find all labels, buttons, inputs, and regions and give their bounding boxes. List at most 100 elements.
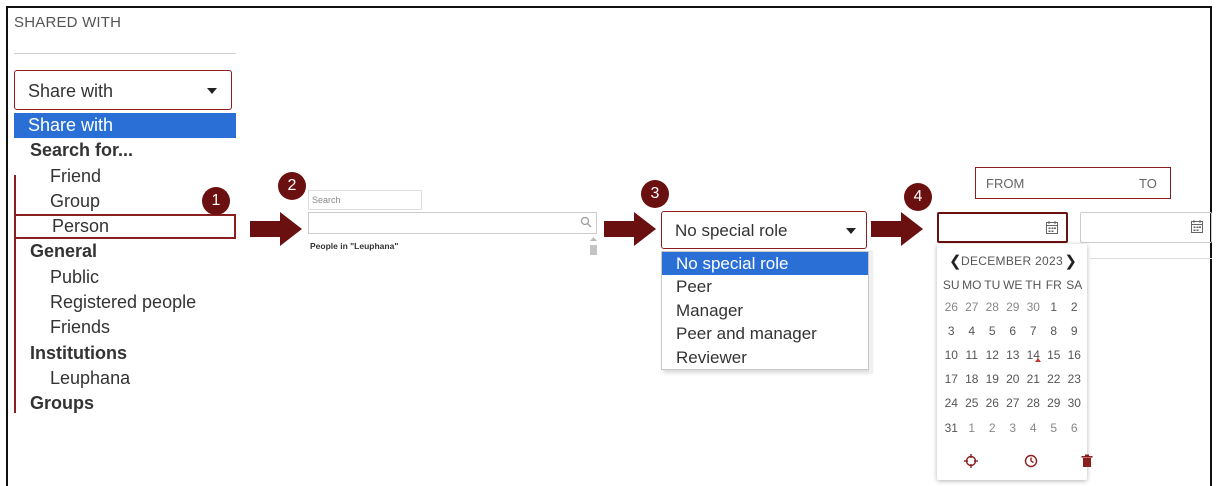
share-with-select-value: Share with: [28, 81, 114, 101]
calendar-day[interactable]: 20: [1003, 367, 1024, 391]
calendar-day[interactable]: 26: [941, 295, 962, 319]
calendar-day[interactable]: 3: [941, 319, 962, 343]
calendar-day[interactable]: 9: [1064, 319, 1085, 343]
calendar-day[interactable]: 7: [1023, 319, 1044, 343]
share-with-option[interactable]: Person: [14, 214, 236, 240]
calendar-day[interactable]: 23: [1064, 367, 1085, 391]
calendar-day[interactable]: 27: [1003, 391, 1024, 415]
calendar-day[interactable]: 31: [941, 415, 962, 439]
shared-with-title: SHARED WITH: [14, 14, 122, 31]
from-date-input[interactable]: [937, 212, 1068, 243]
calendar-day[interactable]: 28: [982, 295, 1003, 319]
calendar-day[interactable]: 25: [962, 391, 983, 415]
calendar-day[interactable]: 24: [941, 391, 962, 415]
calendar-day[interactable]: 10: [941, 343, 962, 367]
chevron-right-icon[interactable]: ❯: [1064, 252, 1077, 270]
calendar-day[interactable]: 29: [1003, 295, 1024, 319]
role-options: No special role Peer Manager Peer and manag…: [661, 251, 869, 370]
calendar-icon[interactable]: [1046, 221, 1058, 234]
role-option[interactable]: Manager: [662, 299, 868, 322]
weekday-label: TU: [984, 278, 1001, 292]
from-label: FROM: [986, 176, 1025, 191]
role-option[interactable]: Reviewer: [662, 346, 868, 369]
option-group-label: General: [30, 241, 98, 262]
calendar-day[interactable]: 19: [982, 367, 1003, 391]
calendar-day[interactable]: 22: [1044, 367, 1065, 391]
share-with-options: Share with Search for... Friend Group Person…: [14, 113, 236, 417]
role-option[interactable]: Peer and manager: [662, 322, 868, 345]
weekday-label: WE: [1003, 278, 1023, 292]
calendar-day[interactable]: 30: [1064, 391, 1085, 415]
calendar-day[interactable]: 4: [962, 319, 983, 343]
to-label: TO: [1139, 176, 1157, 191]
people-in-institution-label: People in "Leuphana": [310, 241, 399, 251]
clock-icon[interactable]: [1024, 454, 1038, 468]
calendar-day[interactable]: 26: [982, 391, 1003, 415]
divider: [1090, 258, 1212, 259]
caret-down-icon: [846, 228, 856, 234]
calendar-day[interactable]: 30: [1023, 295, 1044, 319]
step-badge-4: 4: [904, 183, 932, 211]
search-icon[interactable]: [580, 216, 592, 228]
calendar-day[interactable]: 13: [1003, 343, 1024, 367]
person-search-input[interactable]: [308, 212, 597, 234]
calendar-day[interactable]: 15: [1044, 343, 1065, 367]
calendar-day[interactable]: 29: [1044, 391, 1065, 415]
share-with-option[interactable]: Friend: [14, 164, 236, 189]
share-with-option[interactable]: Registered people: [14, 290, 236, 315]
calendar-day[interactable]: 27: [962, 295, 983, 319]
date-picker: ❮ DECEMBER 2023 ❯ SU MO TU WE TH FR SA 26 27 28 2…: [937, 244, 1093, 480]
weekday-label: MO: [962, 278, 982, 292]
calendar-day[interactable]: 8: [1044, 319, 1065, 343]
option-group-label: Institutions: [30, 342, 127, 363]
to-date-input[interactable]: [1080, 212, 1212, 243]
step-badge-2: 2: [278, 172, 306, 200]
role-option[interactable]: Peer: [662, 275, 868, 298]
share-with-select[interactable]: Share with: [14, 70, 232, 110]
caret-down-icon: [207, 88, 217, 94]
calendar-day[interactable]: 4: [1023, 415, 1044, 439]
calendar-day[interactable]: 18: [962, 367, 983, 391]
calendar-day[interactable]: 5: [1044, 415, 1065, 439]
dropdown-shadow: [869, 250, 873, 374]
share-with-option[interactable]: Share with: [14, 113, 236, 139]
calendar-day[interactable]: 17: [941, 367, 962, 391]
calendar-day[interactable]: 14: [1023, 343, 1044, 367]
weekday-label: TH: [1025, 278, 1042, 292]
crosshair-icon[interactable]: [964, 454, 978, 468]
calendar-day[interactable]: 21: [1023, 367, 1044, 391]
trash-icon[interactable]: [1080, 454, 1094, 468]
calendar-day[interactable]: 28: [1023, 391, 1044, 415]
calendar-day[interactable]: 11: [962, 343, 983, 367]
calendar-grid: SU MO TU WE TH FR SA 26 27 28 29 30 1 2 3 4 5 6 7 8 9 10 11 12…: [941, 275, 1085, 440]
role-select[interactable]: No special role: [661, 211, 867, 249]
calendar-day[interactable]: 2: [1064, 295, 1085, 319]
calendar-day[interactable]: 5: [982, 319, 1003, 343]
step-badge-1: 1: [202, 187, 230, 215]
calendar-day[interactable]: 1: [962, 415, 983, 439]
arrow-right-icon: [871, 212, 923, 246]
calendar-day[interactable]: 16: [1064, 343, 1085, 367]
weekday-label: SA: [1066, 278, 1083, 292]
role-option[interactable]: No special role: [662, 252, 868, 276]
step-badge-3: 3: [641, 180, 669, 208]
calendar-day[interactable]: 2: [982, 415, 1003, 439]
role-select-value: No special role: [675, 221, 788, 240]
arrow-right-icon: [250, 212, 302, 246]
share-with-option[interactable]: Public: [14, 265, 236, 290]
calendar-day[interactable]: 3: [1003, 415, 1024, 439]
option-group-label: Search for...: [30, 140, 134, 161]
option-group-label: Groups: [30, 393, 95, 414]
arrow-right-icon: [604, 212, 656, 246]
calendar-icon[interactable]: [1191, 220, 1203, 233]
calendar-day[interactable]: 12: [982, 343, 1003, 367]
share-with-option[interactable]: Friends: [14, 315, 236, 340]
calendar-day[interactable]: 1: [1044, 295, 1065, 319]
calendar-day[interactable]: 6: [1003, 319, 1024, 343]
search-label-field: Search: [308, 190, 422, 210]
share-with-option[interactable]: Leuphana: [14, 366, 236, 391]
divider: [14, 53, 236, 54]
calendar-day[interactable]: 6: [1064, 415, 1085, 439]
scrollbar[interactable]: [589, 237, 598, 255]
calendar-footer: [937, 454, 1093, 474]
